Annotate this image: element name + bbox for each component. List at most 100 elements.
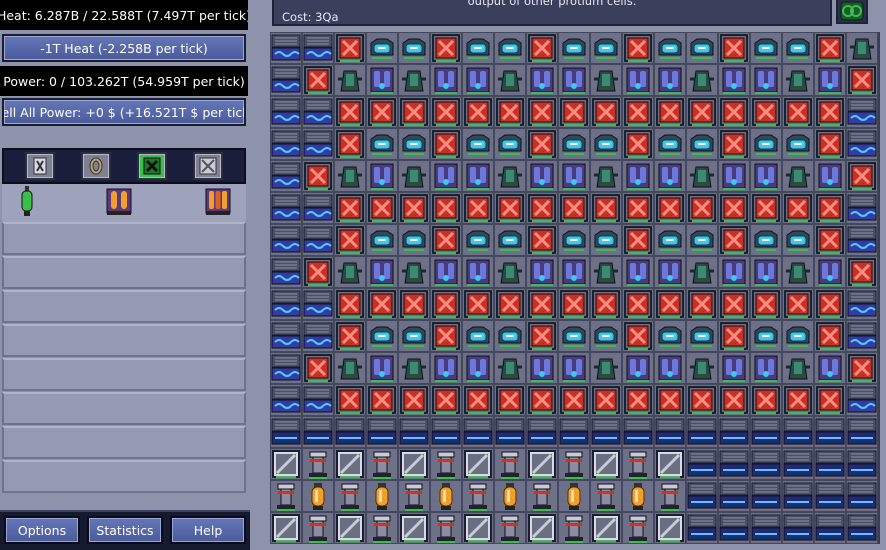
grid-cell-heat-pump[interactable] [590, 160, 622, 192]
grid-cell-capacitor[interactable] [462, 448, 494, 480]
grid-cell-fuel-cell-quad[interactable] [814, 352, 846, 384]
grid-cell-vent[interactable] [654, 416, 686, 448]
grid-cell-vent[interactable] [846, 320, 878, 352]
grid-cell-fuel-cell[interactable] [366, 480, 398, 512]
grid-cell-vent[interactable] [846, 192, 878, 224]
grid-cell-fuel-cell-quad[interactable] [366, 160, 398, 192]
grid-cell-reactor-plating[interactable] [622, 512, 654, 544]
tab-vents[interactable] [193, 152, 223, 180]
grid-cell-vent[interactable] [270, 256, 302, 288]
grid-cell-reactor-plating[interactable] [366, 512, 398, 544]
grid-cell-vent[interactable] [430, 416, 462, 448]
grid-cell-heat-exchanger[interactable] [590, 192, 622, 224]
grid-cell-fuel-cell-quad[interactable] [654, 256, 686, 288]
grid-cell-reactor-plating[interactable] [430, 512, 462, 544]
grid-cell-vent[interactable] [846, 288, 878, 320]
grid-cell-heat-pump[interactable] [334, 64, 366, 96]
grid-cell-vent[interactable] [782, 448, 814, 480]
grid-cell-coolant-cell[interactable] [782, 320, 814, 352]
grid-cell-vent[interactable] [846, 128, 878, 160]
grid-cell-heat-exchanger[interactable] [718, 224, 750, 256]
grid-cell-coolant-cell[interactable] [782, 128, 814, 160]
grid-cell-coolant-cell[interactable] [750, 320, 782, 352]
grid-cell-heat-exchanger[interactable] [846, 64, 878, 96]
grid-cell-heat-exchanger[interactable] [654, 96, 686, 128]
grid-cell-coolant-cell[interactable] [558, 32, 590, 64]
grid-cell-heat-exchanger[interactable] [686, 288, 718, 320]
grid-cell-heat-pump[interactable] [334, 160, 366, 192]
grid-cell-vent[interactable] [270, 352, 302, 384]
grid-cell-fuel-cell-quad[interactable] [462, 64, 494, 96]
grid-cell-coolant-cell[interactable] [686, 32, 718, 64]
grid-cell-heat-exchanger[interactable] [622, 96, 654, 128]
grid-cell-heat-exchanger[interactable] [718, 288, 750, 320]
grid-cell-vent[interactable] [270, 96, 302, 128]
grid-cell-heat-pump[interactable] [494, 160, 526, 192]
grid-cell-vent[interactable] [462, 416, 494, 448]
grid-cell-coolant-cell[interactable] [654, 32, 686, 64]
grid-cell-heat-exchanger[interactable] [814, 384, 846, 416]
grid-cell-heat-pump[interactable] [590, 64, 622, 96]
tab-fuel-cells[interactable] [25, 152, 55, 180]
grid-cell-heat-exchanger[interactable] [718, 192, 750, 224]
grid-cell-heat-exchanger[interactable] [718, 32, 750, 64]
grid-cell-heat-exchanger[interactable] [846, 352, 878, 384]
grid-cell-heat-exchanger[interactable] [814, 96, 846, 128]
grid-cell-coolant-cell[interactable] [782, 224, 814, 256]
grid-cell-fuel-cell-quad[interactable] [430, 256, 462, 288]
grid-cell-vent[interactable] [302, 224, 334, 256]
grid-cell-vent[interactable] [814, 512, 846, 544]
grid-cell-coolant-cell[interactable] [750, 32, 782, 64]
grid-cell-vent[interactable] [814, 448, 846, 480]
grid-cell-coolant-cell[interactable] [558, 128, 590, 160]
grid-cell-heat-exchanger[interactable] [430, 32, 462, 64]
grid-cell-heat-exchanger[interactable] [782, 192, 814, 224]
grid-cell-fuel-cell-quad[interactable] [750, 256, 782, 288]
grid-cell-coolant-cell[interactable] [686, 320, 718, 352]
grid-cell-heat-exchanger[interactable] [526, 320, 558, 352]
grid-cell-heat-exchanger[interactable] [430, 288, 462, 320]
grid-cell-heat-exchanger[interactable] [526, 224, 558, 256]
grid-cell-coolant-cell[interactable] [398, 320, 430, 352]
grid-cell-heat-pump[interactable] [590, 256, 622, 288]
grid-cell-coolant-cell[interactable] [782, 32, 814, 64]
grid-cell-fuel-cell-quad[interactable] [750, 64, 782, 96]
grid-cell-capacitor[interactable] [270, 448, 302, 480]
grid-cell-fuel-cell-quad[interactable] [718, 352, 750, 384]
grid-cell-coolant-cell[interactable] [366, 320, 398, 352]
grid-cell-coolant-cell[interactable] [590, 224, 622, 256]
grid-cell-vent[interactable] [270, 384, 302, 416]
grid-cell-vent[interactable] [782, 480, 814, 512]
grid-cell-reactor-plating[interactable] [590, 480, 622, 512]
grid-cell-fuel-cell-quad[interactable] [622, 64, 654, 96]
grid-cell-heat-exchanger[interactable] [782, 288, 814, 320]
grid-cell-coolant-cell[interactable] [366, 32, 398, 64]
grid-cell-heat-pump[interactable] [398, 256, 430, 288]
grid-cell-heat-exchanger[interactable] [430, 96, 462, 128]
grid-cell-heat-exchanger[interactable] [846, 160, 878, 192]
grid-cell-coolant-cell[interactable] [366, 128, 398, 160]
grid-cell-coolant-cell[interactable] [398, 224, 430, 256]
grid-cell-heat-exchanger[interactable] [430, 224, 462, 256]
grid-cell-heat-exchanger[interactable] [302, 160, 334, 192]
grid-cell-capacitor[interactable] [526, 512, 558, 544]
grid-cell-heat-pump[interactable] [686, 64, 718, 96]
grid-cell-heat-exchanger[interactable] [302, 64, 334, 96]
grid-cell-heat-exchanger[interactable] [750, 192, 782, 224]
grid-cell-coolant-cell[interactable] [494, 224, 526, 256]
grid-cell-fuel-cell-quad[interactable] [750, 160, 782, 192]
grid-cell-heat-pump[interactable] [782, 352, 814, 384]
grid-cell-reactor-plating[interactable] [654, 480, 686, 512]
grid-cell-heat-exchanger[interactable] [494, 384, 526, 416]
grid-cell-vent[interactable] [494, 416, 526, 448]
grid-cell-heat-exchanger[interactable] [814, 128, 846, 160]
grid-cell-heat-pump[interactable] [782, 256, 814, 288]
grid-cell-fuel-cell[interactable] [494, 480, 526, 512]
grid-cell-fuel-cell-quad[interactable] [558, 64, 590, 96]
grid-cell-heat-exchanger[interactable] [334, 96, 366, 128]
grid-cell-coolant-cell[interactable] [590, 32, 622, 64]
grid-cell-heat-exchanger[interactable] [398, 192, 430, 224]
grid-cell-vent[interactable] [270, 32, 302, 64]
grid-cell-heat-exchanger[interactable] [334, 384, 366, 416]
grid-cell-coolant-cell[interactable] [590, 320, 622, 352]
